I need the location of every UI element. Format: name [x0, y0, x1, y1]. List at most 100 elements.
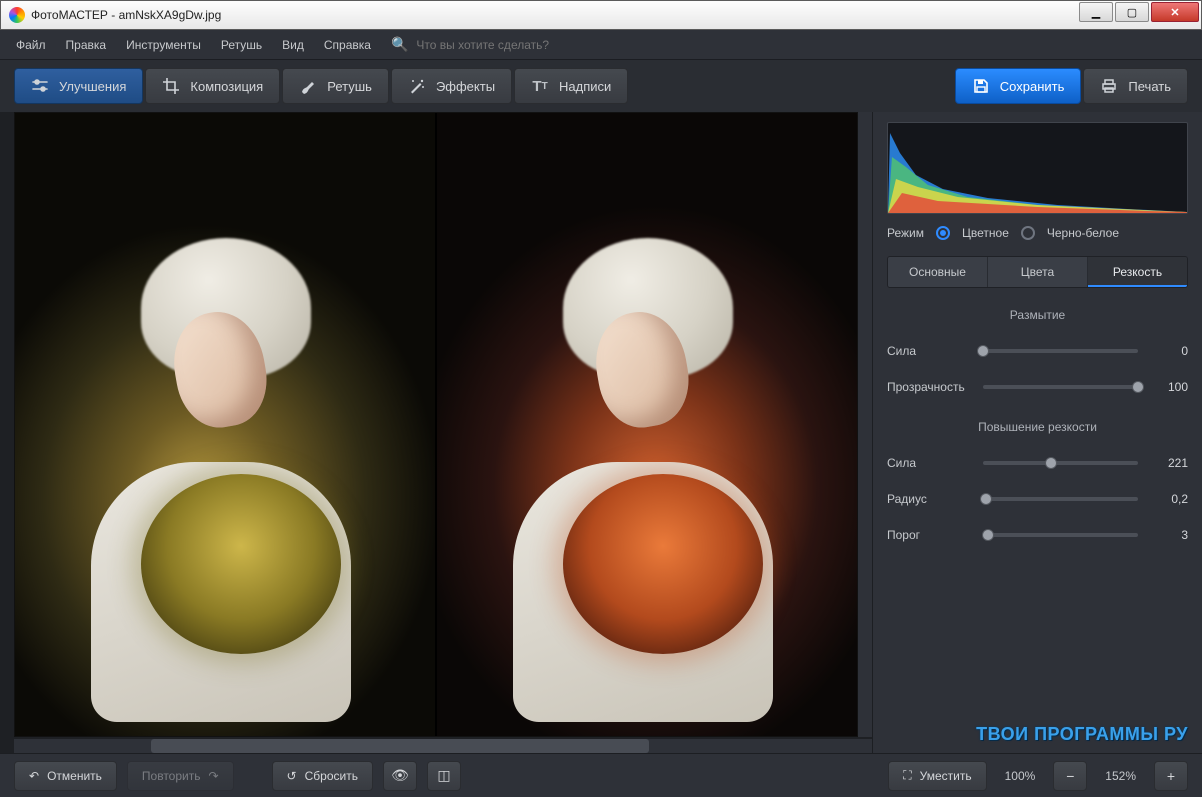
fit-icon: ⛶ — [903, 768, 911, 783]
reset-button[interactable]: ↺ Сбросить — [272, 761, 373, 791]
vertical-scrollbar[interactable] — [858, 112, 872, 737]
slider-sharp-strength-track[interactable] — [983, 461, 1138, 465]
panel-subtabs: Основные Цвета Резкость — [887, 256, 1188, 288]
slider-blur-strength-track[interactable] — [983, 349, 1138, 353]
subtab-sharpness[interactable]: Резкость — [1088, 257, 1187, 287]
slider-sharp-threshold: Порог 3 — [887, 528, 1188, 542]
image-after — [437, 113, 857, 736]
tab-captions-label: Надписи — [559, 79, 611, 94]
tab-retouch-label: Ретушь — [327, 79, 372, 94]
menu-tools[interactable]: Инструменты — [118, 34, 209, 56]
print-button[interactable]: Печать — [1083, 68, 1188, 104]
plus-icon: + — [1167, 768, 1175, 784]
mode-row: Режим Цветное Черно-белое — [887, 224, 1188, 246]
print-button-label: Печать — [1128, 79, 1171, 94]
section-blur-title: Размытие — [887, 308, 1188, 322]
slider-blur-opacity-value: 100 — [1148, 380, 1188, 394]
tab-composition-label: Композиция — [190, 79, 263, 94]
slider-blur-strength-value: 0 — [1148, 344, 1188, 358]
tab-effects-label: Эффекты — [436, 79, 495, 94]
subtab-basic[interactable]: Основные — [888, 257, 988, 287]
slider-sharp-strength-value: 221 — [1148, 456, 1188, 470]
subtab-colors[interactable]: Цвета — [988, 257, 1088, 287]
save-icon — [972, 77, 990, 95]
save-button[interactable]: Сохранить — [955, 68, 1082, 104]
radio-bw[interactable] — [1021, 226, 1035, 240]
window-maximize-button[interactable] — [1115, 2, 1149, 22]
slider-sharp-radius-track[interactable] — [983, 497, 1138, 501]
save-button-label: Сохранить — [1000, 79, 1065, 94]
window-title: ФотоМАСТЕР - amNskXA9gDw.jpg — [31, 8, 1079, 22]
tab-enhance-label: Улучшения — [59, 79, 126, 94]
zoom-in-button[interactable]: + — [1154, 761, 1188, 791]
radio-color-label[interactable]: Цветное — [962, 226, 1009, 240]
slider-sharp-threshold-track[interactable] — [983, 533, 1138, 537]
undo-button[interactable]: ↶ Отменить — [14, 761, 117, 791]
menu-file[interactable]: Файл — [8, 34, 54, 56]
slider-blur-opacity-label: Прозрачность — [887, 380, 973, 394]
zoom-100-label[interactable]: 100% — [997, 769, 1044, 783]
slider-blur-strength-label: Сила — [887, 344, 973, 358]
main-toolbar: Улучшения Композиция Ретушь Эффекты TT Н… — [0, 60, 1202, 112]
brush-icon — [299, 77, 317, 95]
right-panel: Режим Цветное Черно-белое Основные Цвета… — [872, 112, 1202, 753]
histogram — [887, 122, 1188, 214]
crop-icon — [162, 77, 180, 95]
bottom-bar: ↶ Отменить Повторить ↷ ↺ Сбросить 👁 ◫ ⛶ … — [0, 753, 1202, 797]
compare-icon: ◫ — [437, 767, 450, 784]
window-minimize-button[interactable] — [1079, 2, 1113, 22]
tab-retouch[interactable]: Ретушь — [282, 68, 389, 104]
redo-icon: ↷ — [208, 769, 218, 783]
menu-help[interactable]: Справка — [316, 34, 379, 56]
slider-blur-opacity: Прозрачность 100 — [887, 380, 1188, 394]
print-icon — [1100, 77, 1118, 95]
horizontal-scrollbar[interactable] — [14, 739, 872, 753]
fit-button[interactable]: ⛶ Уместить — [888, 761, 986, 791]
reset-icon: ↺ — [287, 769, 297, 783]
mode-label: Режим — [887, 226, 924, 240]
preview-toggle-button[interactable]: 👁 — [383, 761, 417, 791]
slider-blur-strength: Сила 0 — [887, 344, 1188, 358]
tab-composition[interactable]: Композиция — [145, 68, 280, 104]
redo-button[interactable]: Повторить ↷ — [127, 761, 234, 791]
app-icon — [9, 7, 25, 23]
slider-blur-opacity-track[interactable] — [983, 385, 1138, 389]
section-sharpen-title: Повышение резкости — [887, 420, 1188, 434]
redo-label: Повторить — [142, 769, 201, 783]
radio-color[interactable] — [936, 226, 950, 240]
menubar: Файл Правка Инструменты Ретушь Вид Справ… — [0, 30, 1202, 60]
undo-label: Отменить — [47, 769, 102, 783]
slider-sharp-radius-value: 0,2 — [1148, 492, 1188, 506]
slider-sharp-radius: Радиус 0,2 — [887, 492, 1188, 506]
menu-retouch[interactable]: Ретушь — [213, 34, 270, 56]
reset-label: Сбросить — [305, 769, 358, 783]
watermark: ТВОИ ПРОГРАММЫ РУ — [887, 724, 1188, 745]
image-before — [15, 113, 435, 736]
zoom-current: 152% — [1097, 769, 1144, 783]
fit-label: Уместить — [920, 769, 972, 783]
menu-edit[interactable]: Правка — [58, 34, 115, 56]
window-titlebar: ФотоМАСТЕР - amNskXA9gDw.jpg — [0, 0, 1202, 30]
wand-icon — [408, 77, 426, 95]
menu-view[interactable]: Вид — [274, 34, 312, 56]
compare-toggle-button[interactable]: ◫ — [427, 761, 461, 791]
slider-sharp-threshold-label: Порог — [887, 528, 973, 542]
zoom-out-button[interactable]: − — [1053, 761, 1087, 791]
slider-sharp-strength: Сила 221 — [887, 456, 1188, 470]
tab-effects[interactable]: Эффекты — [391, 68, 512, 104]
image-compare-canvas[interactable] — [14, 112, 858, 737]
minus-icon: − — [1066, 768, 1074, 784]
canvas-area — [0, 112, 872, 753]
radio-bw-label[interactable]: Черно-белое — [1047, 226, 1119, 240]
tab-enhance[interactable]: Улучшения — [14, 68, 143, 104]
slider-sharp-radius-label: Радиус — [887, 492, 973, 506]
undo-icon: ↶ — [29, 769, 39, 783]
search-input[interactable] — [416, 38, 616, 52]
slider-sharp-threshold-value: 3 — [1148, 528, 1188, 542]
text-icon: TT — [531, 77, 549, 95]
tab-captions[interactable]: TT Надписи — [514, 68, 628, 104]
window-close-button[interactable] — [1151, 2, 1199, 22]
search-icon: 🔍 — [391, 36, 408, 53]
slider-sharp-strength-label: Сила — [887, 456, 973, 470]
eye-icon: 👁 — [391, 767, 409, 784]
